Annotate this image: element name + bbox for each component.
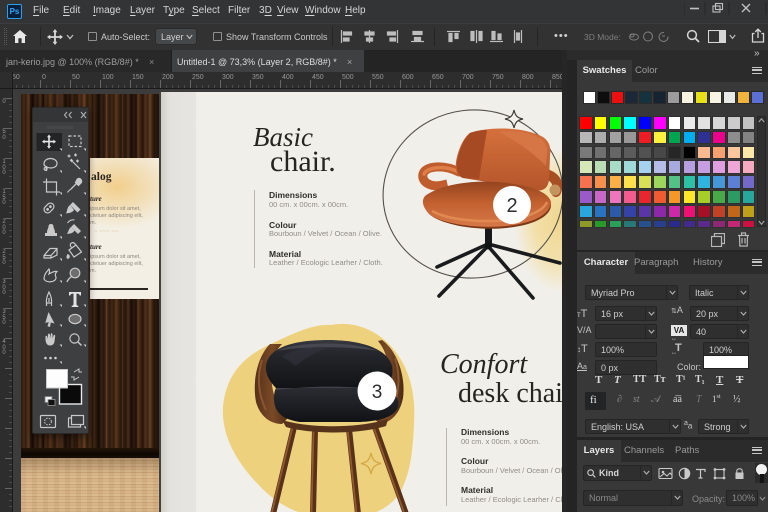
svg-text:3: 3	[372, 382, 383, 403]
svg-text:2: 2	[506, 195, 517, 217]
